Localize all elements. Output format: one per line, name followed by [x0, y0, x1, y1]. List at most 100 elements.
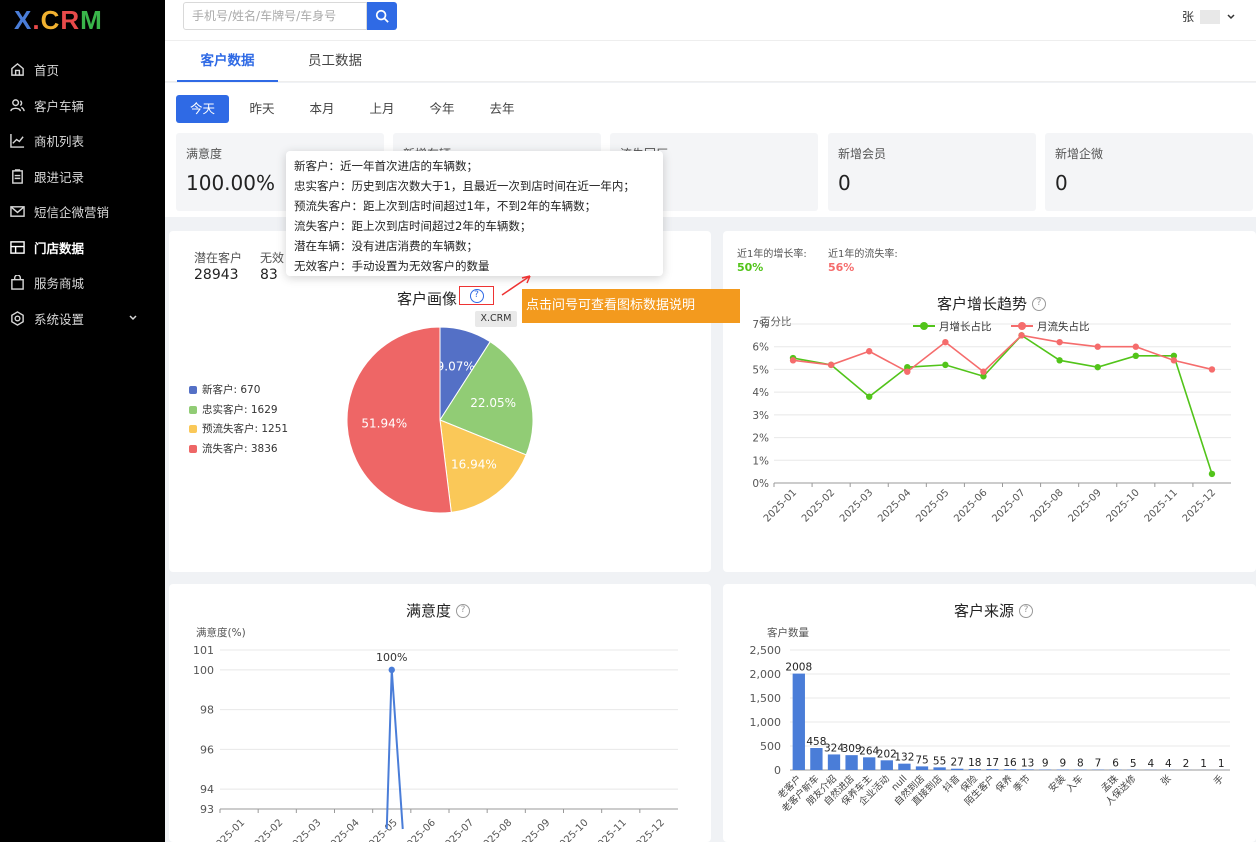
search-button[interactable] — [367, 2, 397, 30]
sidebar-item-store-data[interactable]: 门店数据 — [0, 230, 165, 266]
bar-value-label: 5 — [1130, 758, 1137, 770]
bar-value-label: 132 — [894, 752, 914, 764]
y-tick-label: 7% — [752, 319, 769, 331]
filter-last-month[interactable]: 上月 — [357, 95, 407, 123]
bar-value-label: 18 — [968, 757, 981, 769]
pie-legend-item[interactable]: 忠实客户: 1629 — [189, 402, 278, 417]
legend-label: 忠实客户: 1629 — [202, 404, 278, 416]
help-icon[interactable]: ? — [456, 603, 471, 618]
legend-label: 流失客户: 3836 — [202, 443, 278, 455]
pie-legend-item[interactable]: 预流失客户: 1251 — [189, 421, 288, 436]
filter-last-year[interactable]: 去年 — [477, 95, 527, 123]
x-tick-label: 季节 — [1011, 773, 1033, 795]
x-tick-label: 2025-06 — [952, 487, 989, 524]
sidebar-item-label: 首页 — [34, 63, 60, 79]
user-menu[interactable]: 张 — [1182, 8, 1236, 25]
tab-customer-data[interactable]: 客户数据 — [177, 41, 278, 82]
data-point — [980, 368, 987, 375]
bar — [863, 757, 876, 770]
invalid-label: 无效 — [260, 251, 285, 265]
churn-rate-label: 近1年的流失率: — [828, 249, 898, 260]
portrait-help-button[interactable]: ? — [459, 286, 494, 305]
sidebar-item-label: 客户车辆 — [34, 98, 85, 114]
bar — [810, 748, 823, 770]
tab-staff-data[interactable]: 员工数据 — [293, 41, 377, 82]
bar — [915, 766, 929, 770]
series-line — [792, 334, 1213, 373]
panel-customer-source: 客户来源 ? 客户数量 0 500 1,000 1,500 2,000 2,500 2008 4… — [723, 584, 1256, 842]
stat-card-new-wecom: 新增企微 0 — [1045, 133, 1253, 211]
pie-slice-label: 9.07% — [437, 359, 475, 373]
x-tick-label: 2025-12 — [630, 817, 667, 842]
sidebar-item-settings[interactable]: 系统设置 — [0, 301, 165, 337]
pie-chart: 9.07% 22.05% 16.94% 51.94% — [346, 326, 534, 514]
legend-label: 预流失客户: 1251 — [202, 423, 289, 435]
filter-yesterday[interactable]: 昨天 — [237, 95, 287, 123]
y-tick-label: 2% — [752, 433, 769, 445]
bar-value-label: 8 — [1077, 758, 1084, 770]
filter-today[interactable]: 今天 — [176, 95, 229, 123]
bar-value-label: 16 — [1003, 757, 1017, 769]
y-tick-label: 0 — [774, 764, 781, 777]
bar-value-label: 17 — [986, 757, 999, 769]
bar — [898, 763, 911, 770]
tooltip-line: 忠实客户：历史到店次数大于1，且最近一次到店时间在近一年内； — [294, 179, 635, 193]
help-icon: ? — [469, 288, 484, 303]
logo: X.CRM — [0, 0, 165, 40]
x-tick-label: 2025-04 — [876, 487, 913, 524]
x-tick-label: 2025-03 — [838, 487, 875, 524]
search-input[interactable] — [183, 2, 367, 30]
stat-label: 新增会员 — [838, 147, 887, 161]
watermark-tag: X.CRM — [475, 311, 517, 327]
x-tick-label: 2025-07 — [439, 817, 476, 842]
x-tick-label: 安装 — [1046, 772, 1068, 794]
x-tick-label: 2025-10 — [553, 817, 590, 842]
bar — [880, 760, 893, 770]
pie-legend-item[interactable]: 新客户: 670 — [189, 382, 260, 397]
tooltip-line: 新客户：近一年首次进店的车辆数； — [294, 159, 478, 173]
annotation-callout: 点击问号可查看图标数据说明 — [522, 289, 740, 323]
y-tick-label: 6% — [752, 342, 769, 354]
table-icon — [10, 240, 25, 254]
date-filter: 今天 昨天 本月 上月 今年 去年 — [165, 83, 1256, 131]
data-point — [904, 368, 911, 375]
data-point — [827, 361, 835, 369]
users-icon — [10, 98, 25, 112]
y-tick-label: 1,500 — [750, 692, 782, 705]
x-tick-label: 抖音 — [940, 773, 962, 795]
help-icon[interactable]: ? — [1019, 603, 1034, 618]
sidebar-item-marketing[interactable]: 短信企微营销 — [0, 194, 165, 230]
bar-value-label: 9 — [1059, 758, 1066, 770]
filter-this-month[interactable]: 本月 — [297, 95, 347, 123]
y-tick-label: 98 — [200, 704, 214, 717]
x-tick-label: 2025-10 — [1105, 487, 1142, 524]
user-name-blurred — [1200, 9, 1220, 24]
sidebar-item-label: 跟进记录 — [34, 169, 85, 185]
clipboard-icon — [12, 168, 23, 184]
x-tick-label: 2025-08 — [477, 817, 514, 842]
bar-value-label: 6 — [1112, 758, 1119, 770]
logo-x: X — [14, 4, 33, 35]
sidebar-item-followups[interactable]: 跟进记录 — [0, 159, 165, 195]
sidebar-item-home[interactable]: 首页 — [0, 52, 165, 88]
sidebar-item-opportunities[interactable]: 商机列表 — [0, 123, 165, 159]
bar-value-label: 75 — [915, 754, 928, 766]
x-tick-label: 2025-05 — [363, 817, 400, 842]
legend-label: 新客户: 670 — [202, 384, 261, 396]
pie-legend-item[interactable]: 流失客户: 3836 — [189, 441, 278, 456]
data-point — [1018, 332, 1025, 339]
legend-marker — [920, 322, 928, 330]
x-tick-label: 2025-04 — [324, 817, 361, 842]
sidebar-item-label: 服务商城 — [34, 276, 85, 292]
bar — [1021, 769, 1034, 770]
x-tick-label: 2025-09 — [1066, 487, 1103, 524]
sidebar-item-customers[interactable]: 客户车辆 — [0, 88, 165, 124]
filter-this-year[interactable]: 今年 — [417, 95, 467, 123]
panel-growth-trend: 近1年的增长率: 50% 近1年的流失率: 56% 客户增长趋势 ? 百分比 0%… — [723, 231, 1256, 572]
sidebar-item-label: 商机列表 — [34, 134, 85, 150]
help-icon[interactable]: ? — [1032, 296, 1047, 311]
y-tick-label: 101 — [193, 644, 214, 657]
sidebar-item-mall[interactable]: 服务商城 — [0, 265, 165, 301]
bar-value-label: 9 — [1042, 758, 1049, 770]
x-tick-label: 入车 — [1064, 773, 1086, 795]
